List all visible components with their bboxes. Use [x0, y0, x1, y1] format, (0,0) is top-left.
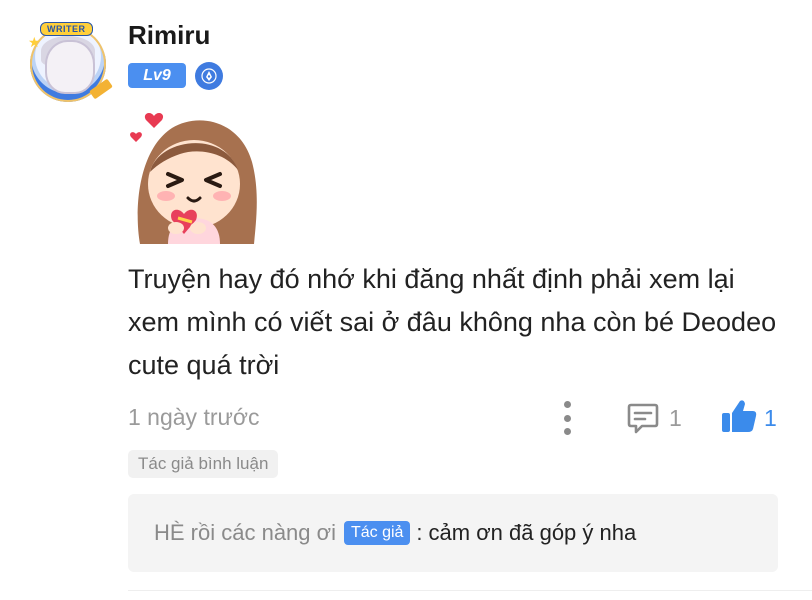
comment-timestamp: 1 ngày trước — [128, 404, 260, 430]
user-avatar[interactable]: WRITER ★ — [26, 20, 118, 106]
reply-separator: : — [416, 520, 423, 545]
reply-author-name[interactable]: HÈ rồi các nàng ơi — [154, 520, 336, 546]
more-dot — [563, 428, 571, 435]
divider — [128, 590, 812, 591]
avatar-writer-badge: WRITER — [40, 22, 93, 36]
thumbs-up-icon[interactable] — [720, 398, 758, 434]
star-icon: ★ — [28, 34, 41, 50]
more-dot — [563, 414, 571, 422]
level-badge: Lv9 — [128, 63, 186, 88]
sticker-image — [128, 110, 260, 244]
like-count: 1 — [764, 405, 777, 431]
reply-count: 1 — [669, 405, 682, 431]
more-dot — [563, 401, 571, 408]
avatar-face — [45, 40, 95, 94]
comment-text: Truyện hay đó nhớ khi đăng nhất định phả… — [128, 264, 777, 380]
author-badge: Tác giả — [343, 521, 411, 545]
reply-preview[interactable]: HÈ rồi các nàng ơi Tác giả : cảm ơn đã g… — [128, 494, 778, 572]
more-vertical-icon[interactable] — [556, 401, 578, 435]
reply-text: cảm ơn đã góp ý nha — [428, 520, 637, 545]
author-commented-tag: Tác giả bình luận — [128, 450, 279, 478]
comment-bubble-icon[interactable] — [626, 401, 660, 435]
username[interactable]: Rimiru — [128, 20, 210, 51]
pen-nib-icon — [195, 62, 223, 90]
